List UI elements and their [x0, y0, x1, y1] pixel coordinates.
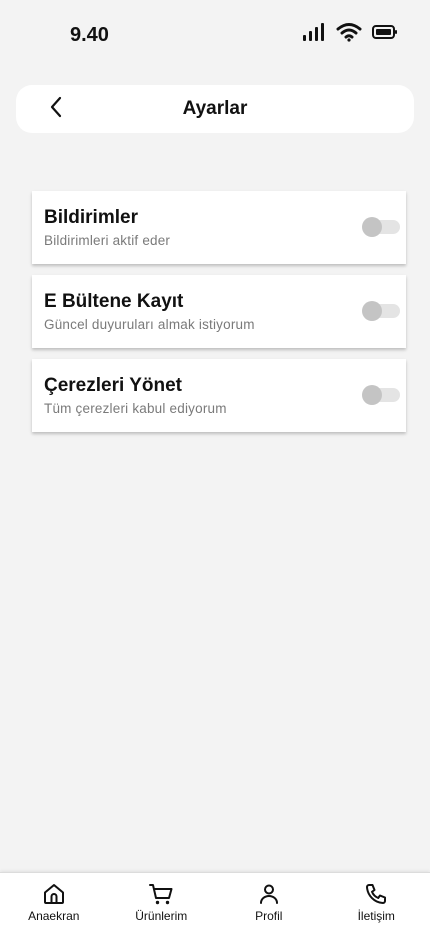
nav-item-products[interactable]: Ürünlerim [108, 873, 216, 932]
nav-label: Profil [255, 909, 283, 923]
nav-label: İletişim [357, 909, 395, 923]
battery-icon [372, 24, 398, 40]
setting-notifications: Bildirimler Bildirimleri aktif eder [32, 191, 406, 264]
status-time: 9.40 [70, 24, 109, 46]
nav-item-profile[interactable]: Profil [215, 873, 323, 932]
setting-cookies: Çerezleri Yönet Tüm çerezleri kabul ediy… [32, 359, 406, 432]
setting-newsletter: E Bültene Kayıt Güncel duyuruları almak … [32, 275, 406, 348]
setting-subtitle: Güncel duyuruları almak istiyorum [44, 317, 255, 332]
user-icon [257, 882, 281, 906]
setting-title: Çerezleri Yönet [44, 375, 182, 396]
setting-title: E Bültene Kayıt [44, 291, 184, 312]
setting-title: Bildirimler [44, 207, 138, 228]
home-icon [42, 882, 66, 906]
nav-label: Anaekran [28, 909, 80, 923]
settings-list: Bildirimler Bildirimleri aktif eder E Bü… [32, 191, 406, 443]
header: Ayarlar [16, 85, 414, 133]
setting-subtitle: Bildirimleri aktif eder [44, 233, 171, 248]
wifi-icon [336, 22, 362, 42]
page-title: Ayarlar [182, 98, 248, 119]
phone-icon [364, 882, 388, 906]
setting-subtitle: Tüm çerezleri kabul ediyorum [44, 401, 227, 416]
nav-item-contact[interactable]: İletişim [323, 873, 430, 932]
toggle-knob [362, 385, 382, 405]
nav-label: Ürünlerim [135, 909, 188, 923]
status-bar: 9.40 [0, 0, 430, 60]
cookies-toggle[interactable] [362, 385, 400, 405]
toggle-knob [362, 217, 382, 237]
cart-icon [148, 882, 174, 906]
bottom-nav: Anaekran Ürünlerim Profil İletişim [0, 872, 430, 932]
nav-item-home[interactable]: Anaekran [0, 873, 108, 932]
signal-icon [302, 22, 326, 42]
notifications-toggle[interactable] [362, 217, 400, 237]
status-icons [302, 22, 398, 42]
toggle-knob [362, 301, 382, 321]
newsletter-toggle[interactable] [362, 301, 400, 321]
